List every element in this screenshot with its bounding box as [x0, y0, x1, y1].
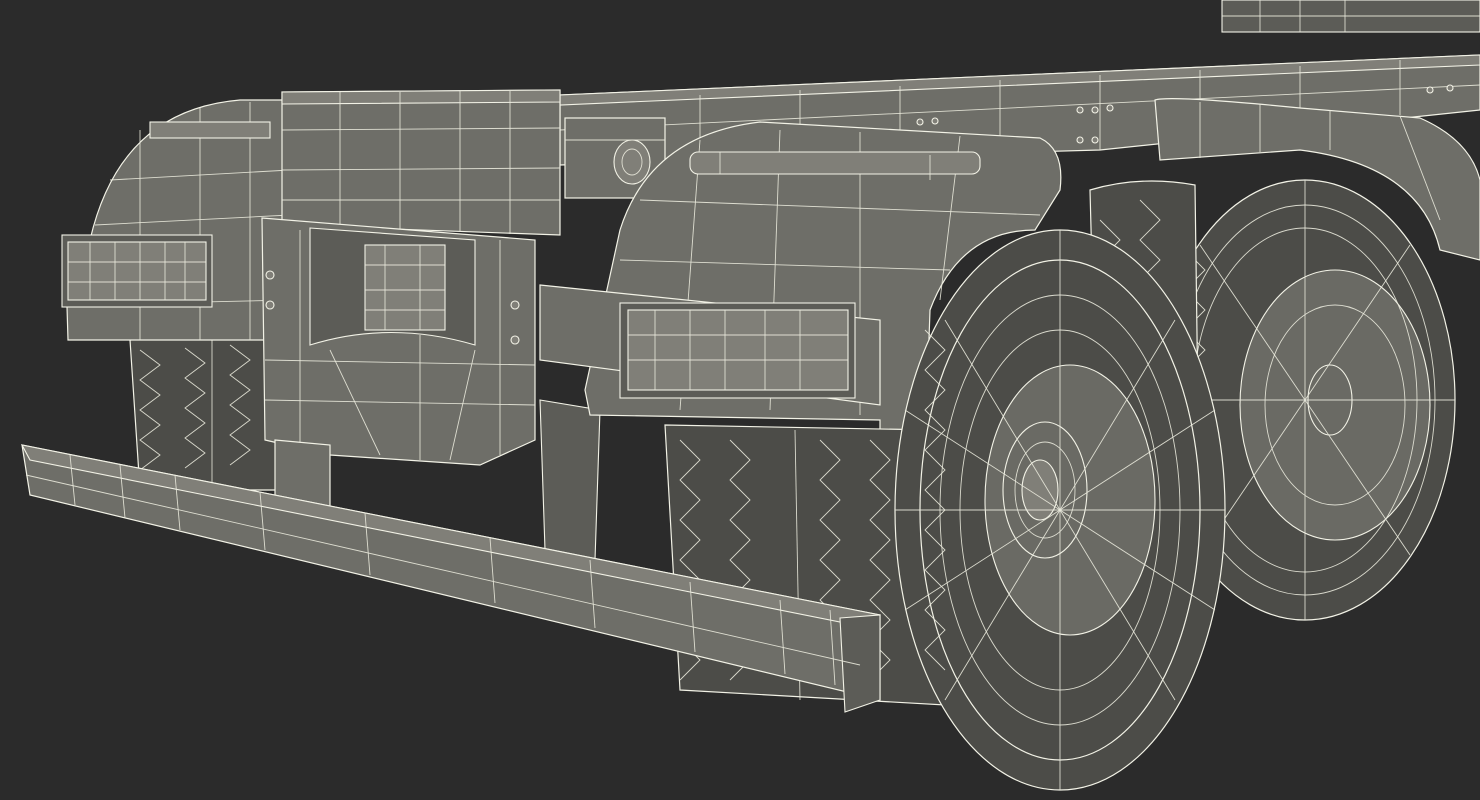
top-box	[1221, 0, 1480, 33]
cross-member	[281, 89, 561, 236]
hitch-bracket	[261, 217, 536, 466]
rear-wheel-near	[894, 229, 1226, 791]
truck-chassis-render	[20, 0, 1480, 791]
left-tail-light	[61, 234, 213, 308]
